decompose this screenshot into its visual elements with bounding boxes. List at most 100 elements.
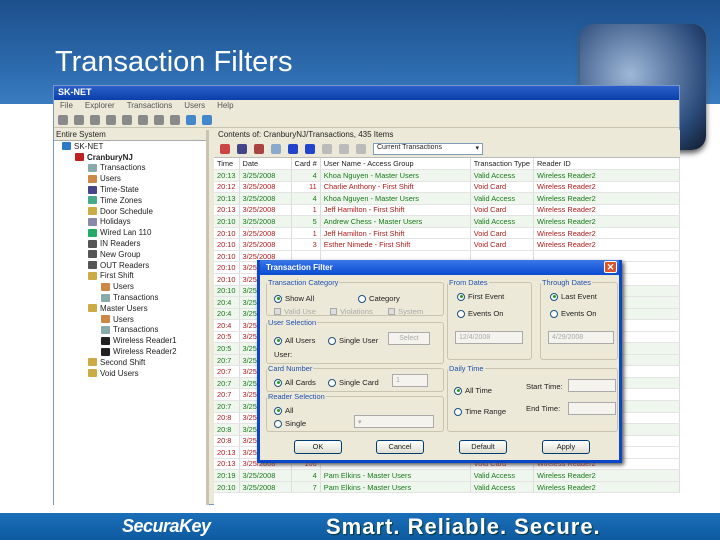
table-cell: 20:8	[214, 435, 240, 448]
tree-node[interactable]: CranburyNJ	[54, 152, 206, 163]
grid-icon[interactable]	[202, 114, 212, 125]
menu-item-help[interactable]: Help	[217, 101, 233, 111]
cancel-button[interactable]: Cancel	[376, 440, 424, 454]
through-events-on-radio[interactable]: Events On	[550, 309, 596, 318]
door-icon[interactable]	[154, 114, 164, 125]
single-reader-radio[interactable]: Single	[274, 419, 306, 428]
valid-use-checkbox[interactable]: Valid Use	[274, 307, 316, 316]
all-readers-radio[interactable]: All	[274, 406, 293, 415]
delete-icon[interactable]	[138, 114, 148, 125]
table-row[interactable]: 20:13 3/25/2008 4 Khoa Nguyen - Master User…	[214, 192, 681, 205]
column-header[interactable]: Reader ID	[533, 158, 681, 171]
apply-button[interactable]: Apply	[542, 440, 590, 454]
tree-node[interactable]: Transactions	[54, 163, 206, 174]
table-cell: 3/25/2008	[239, 215, 292, 228]
tree-node[interactable]: Void Users	[54, 368, 206, 379]
tree-node[interactable]: Users	[54, 314, 206, 325]
tree-node[interactable]: Master Users	[54, 303, 206, 314]
font-icon[interactable]	[254, 144, 264, 154]
tree-node[interactable]: Wireless Reader1	[54, 335, 206, 346]
system-checkbox[interactable]: System	[388, 307, 423, 316]
last-icon[interactable]	[339, 144, 349, 154]
tree-node[interactable]: Door Schedule	[54, 206, 206, 217]
prev-icon[interactable]	[305, 144, 315, 154]
tree-node[interactable]: OUT Readers	[54, 260, 206, 271]
category-radio[interactable]: Category	[358, 294, 400, 303]
all-cards-radio[interactable]: All Cards	[274, 378, 316, 387]
menu-item-file[interactable]: File	[60, 101, 73, 111]
all-users-radio[interactable]: All Users	[274, 336, 315, 345]
tree-node[interactable]: Holidays	[54, 217, 206, 228]
column-header[interactable]: Date	[239, 158, 292, 171]
slide-title: Transaction Filters	[55, 46, 293, 78]
reader-select[interactable]: ▾	[354, 415, 434, 428]
last-event-radio[interactable]: Last Event	[550, 292, 597, 301]
print-icon[interactable]	[58, 114, 68, 125]
tree-node[interactable]: Wired Lan 110	[54, 227, 206, 238]
filter-icon[interactable]	[220, 144, 230, 154]
ok-button[interactable]: OK	[294, 440, 342, 454]
start-time-input[interactable]	[568, 379, 616, 392]
explorer-tree: Entire System SK-NET CranburyNJ Transactio…	[54, 130, 209, 505]
tree-node[interactable]: Users	[54, 173, 206, 184]
up-icon[interactable]	[356, 144, 366, 154]
first-event-radio[interactable]: First Event	[457, 292, 504, 301]
end-time-input[interactable]	[568, 402, 616, 415]
tree-node[interactable]: Transactions	[54, 325, 206, 336]
table-row[interactable]: 20:10 3/25/2008 7 Pam Elkins - Master Users…	[214, 481, 681, 494]
tree-node[interactable]: Time-State	[54, 184, 206, 195]
table-row[interactable]: 20:12 3/25/2008 11 Charlie Anthony - First …	[214, 181, 681, 194]
node-icon	[88, 369, 97, 378]
table-row[interactable]: 20:10 3/25/2008 5 Andrew Chess - Master Use…	[214, 215, 681, 228]
columns-icon[interactable]	[237, 144, 247, 154]
properties-icon[interactable]	[74, 114, 84, 125]
card-number-input[interactable]: 1	[392, 374, 428, 387]
view-icon[interactable]	[186, 114, 196, 125]
menu-item-users[interactable]: Users	[184, 101, 205, 111]
node-label: Master Users	[100, 303, 148, 313]
time-range-radio[interactable]: Time Range	[454, 407, 506, 416]
find-icon[interactable]	[271, 144, 281, 154]
paste-icon[interactable]	[122, 114, 132, 125]
table-row[interactable]: 20:10 3/25/2008 3 Esther Nimede - First Shi…	[214, 238, 681, 251]
menu-item-explorer[interactable]: Explorer	[85, 101, 115, 111]
table-row[interactable]: 20:10 3/25/2008 1 Jeff Hamilton - First Shi…	[214, 227, 681, 240]
through-date-input[interactable]: 4/29/2008	[548, 331, 614, 344]
select-user-button[interactable]: Select	[388, 332, 430, 345]
tree-node[interactable]: First Shift	[54, 271, 206, 282]
column-header[interactable]: Transaction Type	[470, 158, 534, 171]
tree-node[interactable]: Time Zones	[54, 195, 206, 206]
default-button[interactable]: Default	[459, 440, 507, 454]
single-card-radio[interactable]: Single Card	[328, 378, 379, 387]
tree-node[interactable]: Wireless Reader2	[54, 346, 206, 357]
from-date-input[interactable]: 12/4/2008	[455, 331, 523, 344]
first-icon[interactable]	[288, 144, 298, 154]
table-row[interactable]: 20:13 3/25/2008 4 Khoa Nguyen - Master User…	[214, 169, 681, 182]
lock-icon[interactable]	[170, 114, 180, 125]
show-all-radio[interactable]: Show All	[274, 294, 314, 303]
table-row[interactable]: 20:13 3/25/2008 1 Jeff Hamilton - First Shi…	[214, 204, 681, 217]
tree-node[interactable]: Second Shift	[54, 357, 206, 368]
column-header[interactable]: Card #	[291, 158, 321, 171]
tree-node[interactable]: Transactions	[54, 292, 206, 303]
cut-icon[interactable]	[90, 114, 100, 125]
menu-item-transactions[interactable]: Transactions	[127, 101, 173, 111]
table-row[interactable]: 20:19 3/25/2008 4 Pam Elkins - Master Users…	[214, 469, 681, 482]
from-events-on-radio[interactable]: Events On	[457, 309, 503, 318]
node-icon	[88, 163, 97, 172]
column-header[interactable]: User Name - Access Group	[320, 158, 471, 171]
violations-checkbox[interactable]: Violations	[330, 307, 373, 316]
view-select[interactable]: Current Transactions	[373, 143, 483, 155]
node-icon	[88, 174, 97, 183]
tree-node[interactable]: Users	[54, 281, 206, 292]
tree-node[interactable]: SK-NET	[54, 141, 206, 152]
tree-node[interactable]: IN Readers	[54, 238, 206, 249]
tree-node[interactable]: New Group	[54, 249, 206, 260]
table-cell: 5	[291, 215, 321, 228]
all-time-radio[interactable]: All Time	[454, 386, 492, 395]
close-button[interactable]: ✕	[604, 261, 617, 273]
next-icon[interactable]	[322, 144, 332, 154]
copy-icon[interactable]	[106, 114, 116, 125]
column-header[interactable]: Time	[214, 158, 240, 171]
single-user-radio[interactable]: Single User	[328, 336, 378, 345]
